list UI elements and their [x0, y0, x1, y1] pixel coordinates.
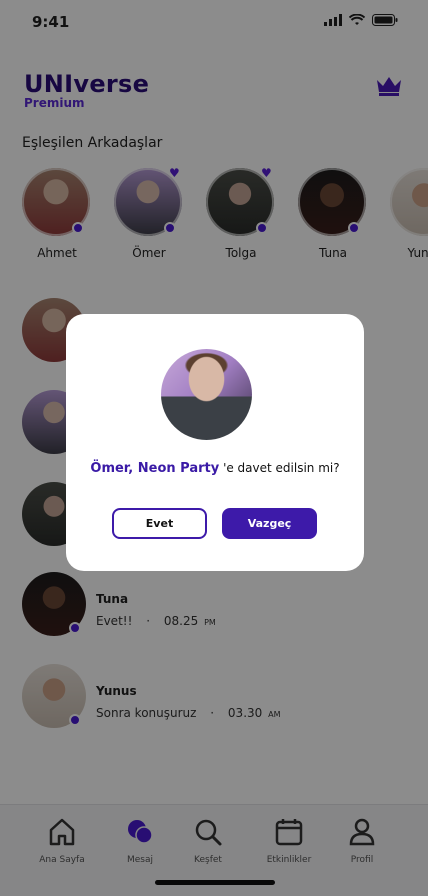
invite-question: Ömer, Neon Party 'e davet edilsin mi? [66, 461, 364, 476]
invite-dialog: Ömer, Neon Party 'e davet edilsin mi? Ev… [66, 314, 364, 571]
invite-question-text: 'e davet edilsin mi? [223, 461, 340, 475]
cancel-button[interactable]: Vazgeç [222, 508, 317, 539]
invite-highlight: Ömer, Neon Party [90, 461, 220, 476]
yes-button[interactable]: Evet [112, 508, 207, 539]
invite-avatar [161, 349, 252, 440]
